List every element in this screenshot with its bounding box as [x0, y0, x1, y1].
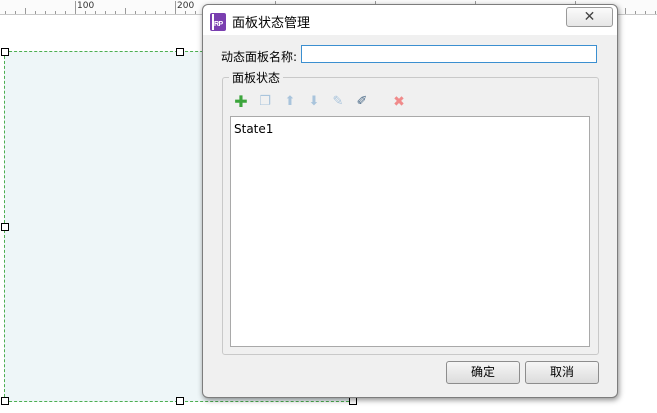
- close-button[interactable]: ✕: [566, 7, 613, 27]
- ruler-tick: [65, 11, 66, 14]
- ruler-tick: [145, 11, 146, 14]
- ruler-tick: [105, 11, 106, 14]
- axure-rp-icon: RP: [210, 13, 226, 31]
- close-icon: ✕: [583, 9, 596, 25]
- resize-handle[interactable]: [176, 48, 184, 56]
- ruler-tick: [25, 8, 26, 14]
- ruler-tick: [75, 1, 76, 14]
- edit-all-states-icon[interactable]: ✐: [354, 94, 370, 110]
- ruler-tick: [185, 11, 186, 14]
- move-up-icon[interactable]: ⬆: [282, 94, 298, 110]
- duplicate-icon[interactable]: ❐: [257, 94, 273, 110]
- panel-name-label: 动态面板名称:: [221, 50, 298, 64]
- delete-icon[interactable]: ✖: [391, 94, 407, 110]
- ok-button[interactable]: 确定: [446, 361, 520, 384]
- ruler-tick: [115, 11, 116, 14]
- ruler-tick: [625, 8, 626, 14]
- dialog-title: 面板状态管理: [232, 16, 311, 31]
- panel-state-manager-dialog: RP 面板状态管理 ✕ 动态面板名称: 面板状态 ✚ ❐ ⬆ ⬇ ✎ ✐ ✖ S…: [202, 4, 618, 398]
- cancel-button[interactable]: 取消: [525, 361, 599, 384]
- ruler-label: 100: [77, 1, 95, 11]
- ruler-tick: [195, 11, 196, 14]
- ruler-tick: [645, 11, 646, 14]
- resize-handle[interactable]: [176, 397, 184, 405]
- move-down-icon[interactable]: ⬇: [306, 94, 322, 110]
- ruler-tick: [175, 1, 176, 14]
- state-list[interactable]: State1: [230, 116, 590, 347]
- ruler-tick: [135, 11, 136, 14]
- ruler-tick: [635, 11, 636, 14]
- ruler-tick: [55, 11, 56, 14]
- panel-name-input[interactable]: [301, 45, 597, 63]
- ruler-tick: [125, 8, 126, 14]
- ruler-tick: [45, 11, 46, 14]
- ruler-tick: [155, 11, 156, 14]
- ruler-tick: [655, 11, 656, 14]
- edit-state-icon[interactable]: ✎: [330, 94, 346, 110]
- resize-handle[interactable]: [1, 397, 9, 405]
- state-list-item[interactable]: State1: [234, 122, 273, 136]
- ruler-tick: [35, 11, 36, 14]
- ruler-tick: [15, 11, 16, 14]
- ruler-tick: [165, 11, 166, 14]
- panel-states-group-label: 面板状态: [229, 69, 284, 86]
- ruler-tick: [95, 11, 96, 14]
- resize-handle[interactable]: [349, 397, 357, 405]
- ruler-tick: [5, 11, 6, 14]
- ruler-label: 200: [177, 1, 195, 11]
- add-icon[interactable]: ✚: [233, 94, 249, 110]
- ruler-tick: [85, 11, 86, 14]
- resize-handle[interactable]: [1, 223, 9, 231]
- dialog-titlebar[interactable]: RP 面板状态管理 ✕: [203, 5, 617, 35]
- resize-handle[interactable]: [1, 48, 9, 56]
